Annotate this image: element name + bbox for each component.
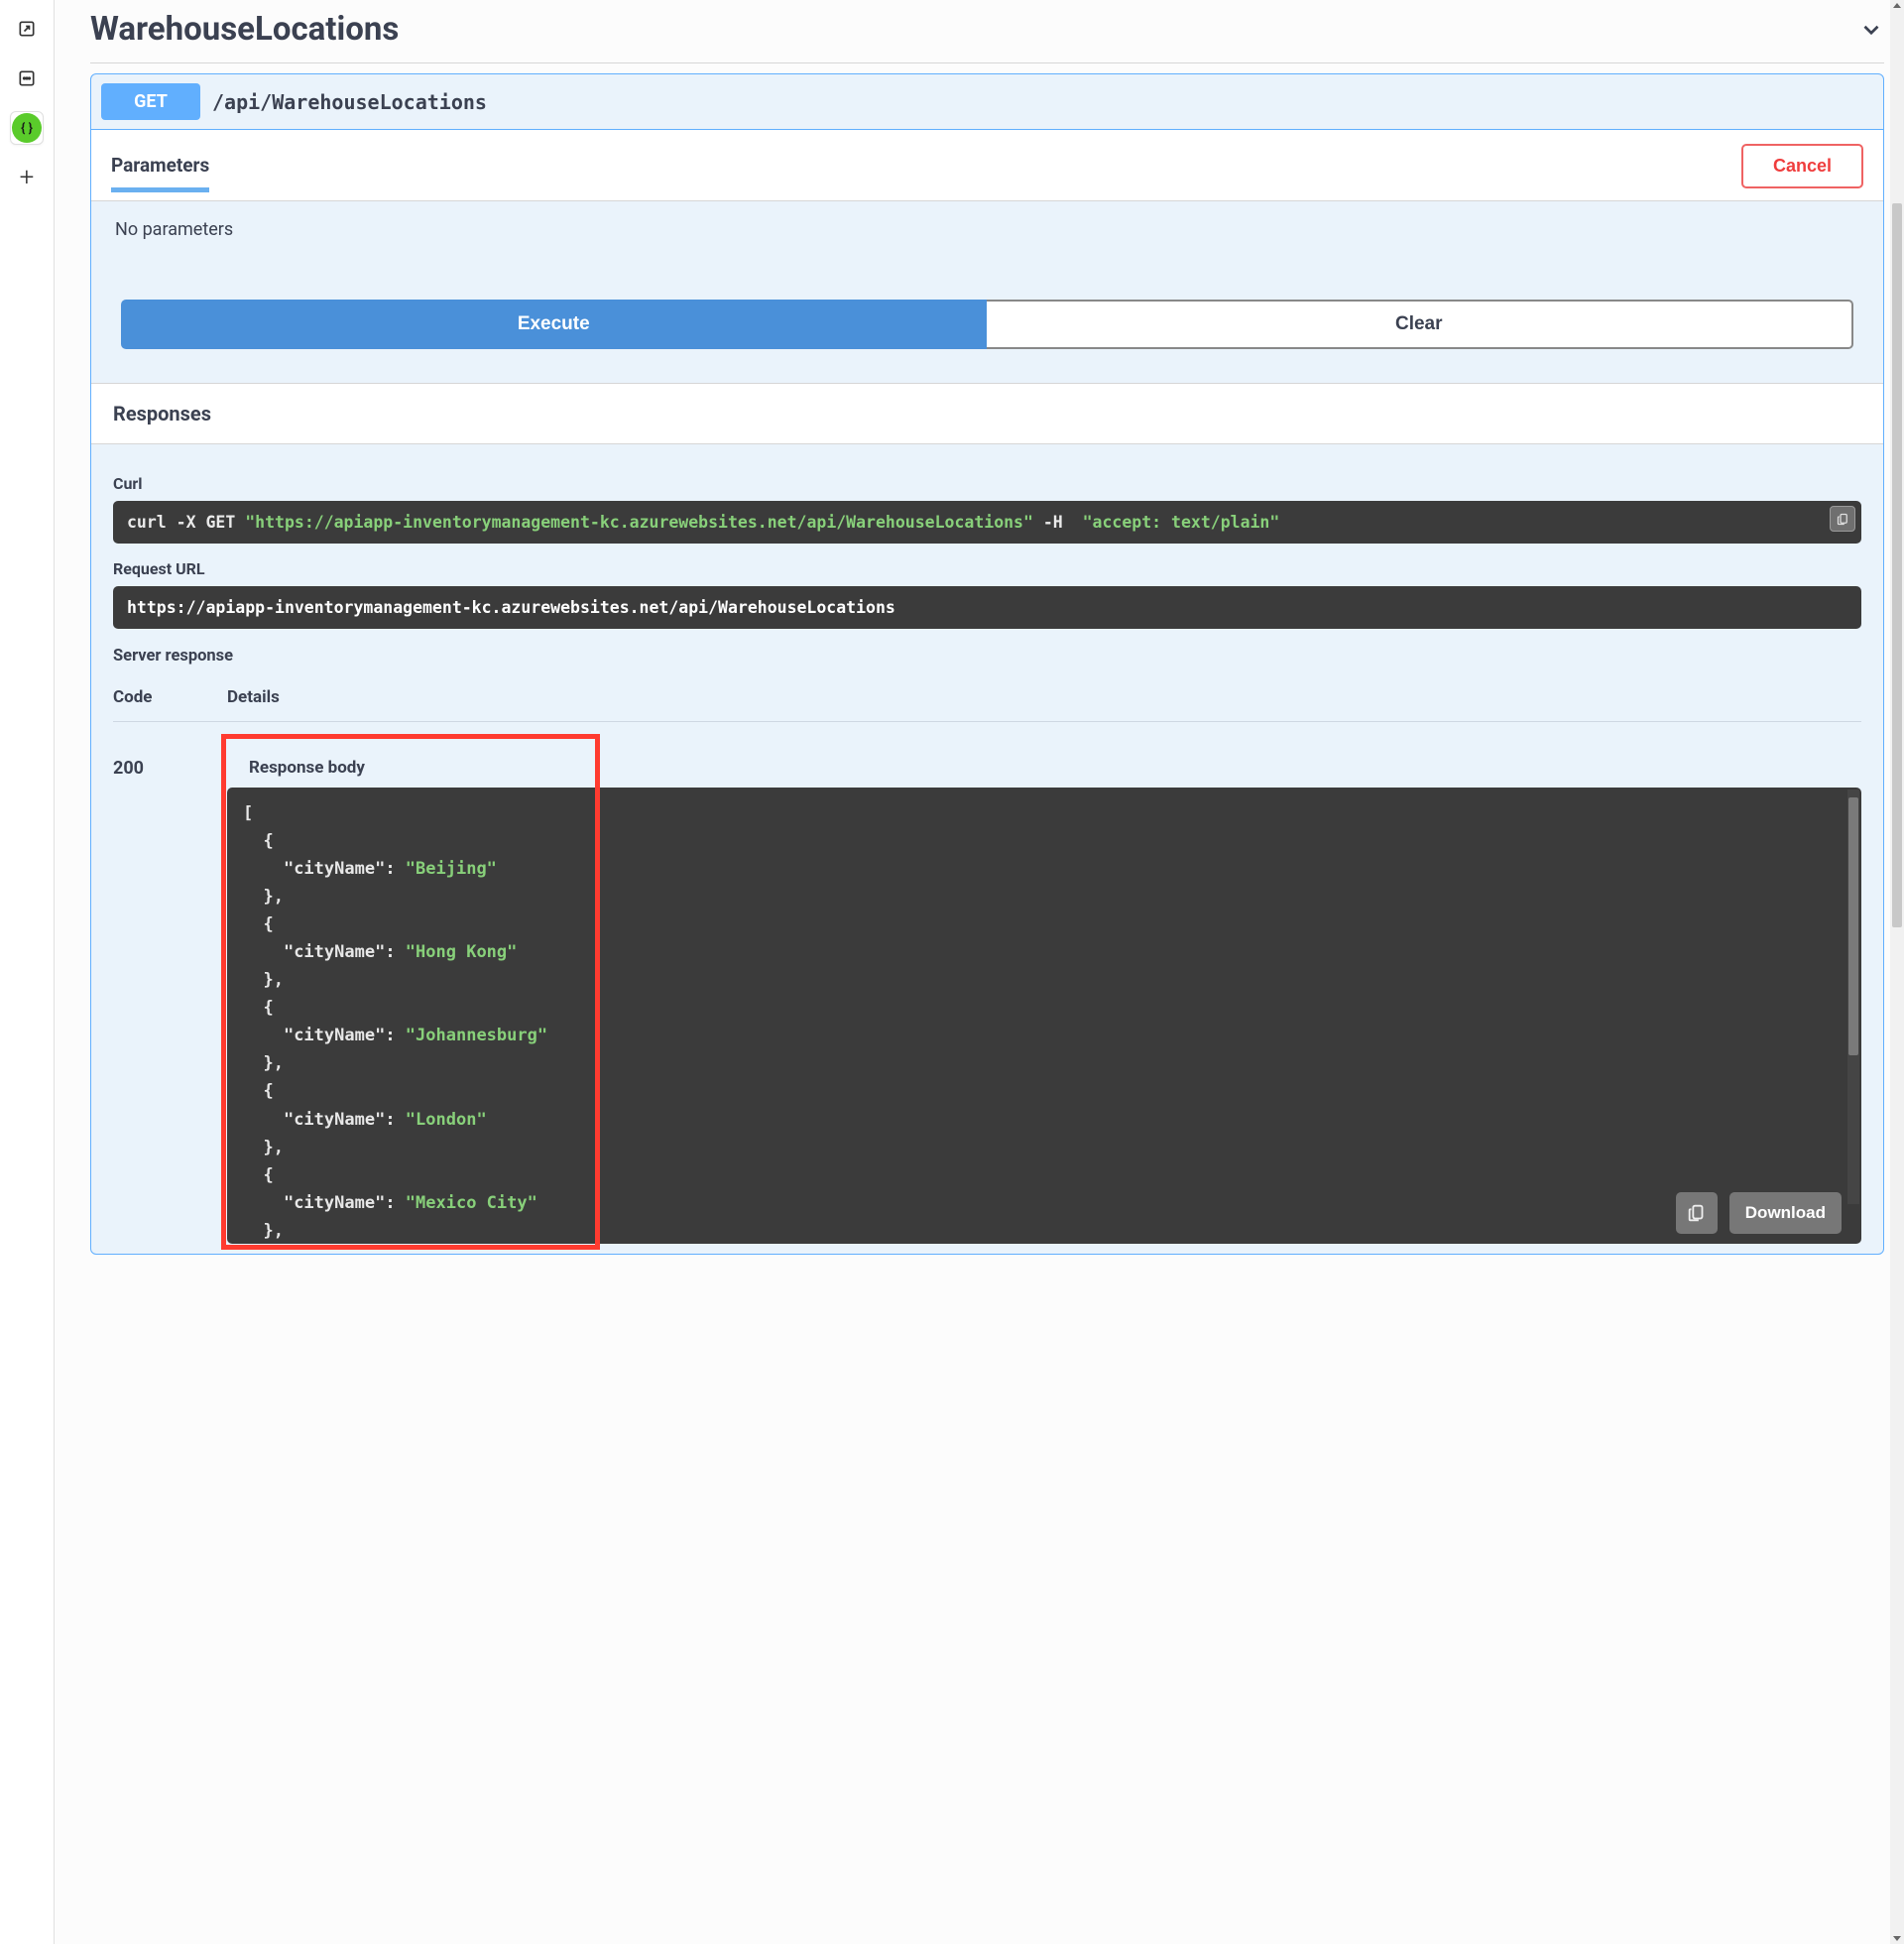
clear-button[interactable]: Clear	[987, 300, 1854, 349]
execute-row: Execute Clear	[91, 270, 1883, 383]
code-column-header: Code	[113, 687, 227, 707]
request-url: https://apiapp-inventorymanagement-kc.az…	[113, 586, 1861, 629]
response-details-cell: Response body [ { "cityName": "Beijing" …	[227, 740, 1861, 1244]
chevron-down-icon[interactable]	[1858, 17, 1884, 43]
no-parameters-text: No parameters	[91, 201, 1883, 270]
responses-body: Curl curl -X GET "https://apiapp-invento…	[91, 444, 1883, 1254]
execute-button[interactable]: Execute	[121, 300, 987, 349]
response-table-header: Code Details	[113, 677, 1861, 722]
http-method-badge: GET	[101, 83, 200, 120]
operation-summary[interactable]: GET /api/WarehouseLocations	[91, 74, 1883, 130]
response-body-json: [ { "cityName": "Beijing" }, { "cityName…	[227, 788, 1861, 1244]
page-title-row[interactable]: WarehouseLocations	[90, 0, 1884, 63]
json-actions: Download	[1676, 1192, 1842, 1234]
download-button[interactable]: Download	[1729, 1192, 1842, 1234]
curl-command: curl -X GET "https://apiapp-inventoryman…	[113, 501, 1861, 544]
operation-block: GET /api/WarehouseLocations Parameters C…	[90, 73, 1884, 1255]
page-scrollbar-thumb[interactable]	[1892, 203, 1902, 927]
response-row: 200 Response body [ { "cityName": "Beiji…	[113, 722, 1861, 1244]
main-content: WarehouseLocations GET /api/WarehouseLoc…	[55, 0, 1904, 1944]
request-url-label: Request URL	[113, 559, 1861, 578]
copy-curl-icon[interactable]	[1830, 506, 1855, 532]
parameters-tab[interactable]: Parameters	[111, 154, 209, 192]
external-link-icon[interactable]	[10, 12, 44, 46]
sidebar: { } +	[0, 0, 55, 1944]
responses-heading: Responses	[91, 383, 1883, 444]
details-column-header: Details	[227, 687, 1861, 707]
json-scrollbar-thumb[interactable]	[1848, 797, 1858, 1055]
page-scrollbar[interactable]	[1890, 0, 1904, 1944]
operation-path: /api/WarehouseLocations	[212, 90, 487, 114]
page-title: WarehouseLocations	[90, 10, 399, 49]
parameters-bar: Parameters Cancel	[91, 130, 1883, 201]
json-braces-icon[interactable]: { }	[10, 111, 44, 145]
cancel-button[interactable]: Cancel	[1741, 144, 1863, 188]
status-code: 200	[113, 740, 227, 1244]
copy-response-icon[interactable]	[1676, 1192, 1718, 1234]
add-icon[interactable]: +	[10, 161, 44, 194]
response-body-label: Response body	[249, 758, 1861, 778]
json-scrollbar[interactable]	[1847, 790, 1859, 1204]
dots-box-icon[interactable]	[10, 61, 44, 95]
curl-label: Curl	[113, 474, 1861, 493]
server-response-label: Server response	[113, 647, 1861, 666]
